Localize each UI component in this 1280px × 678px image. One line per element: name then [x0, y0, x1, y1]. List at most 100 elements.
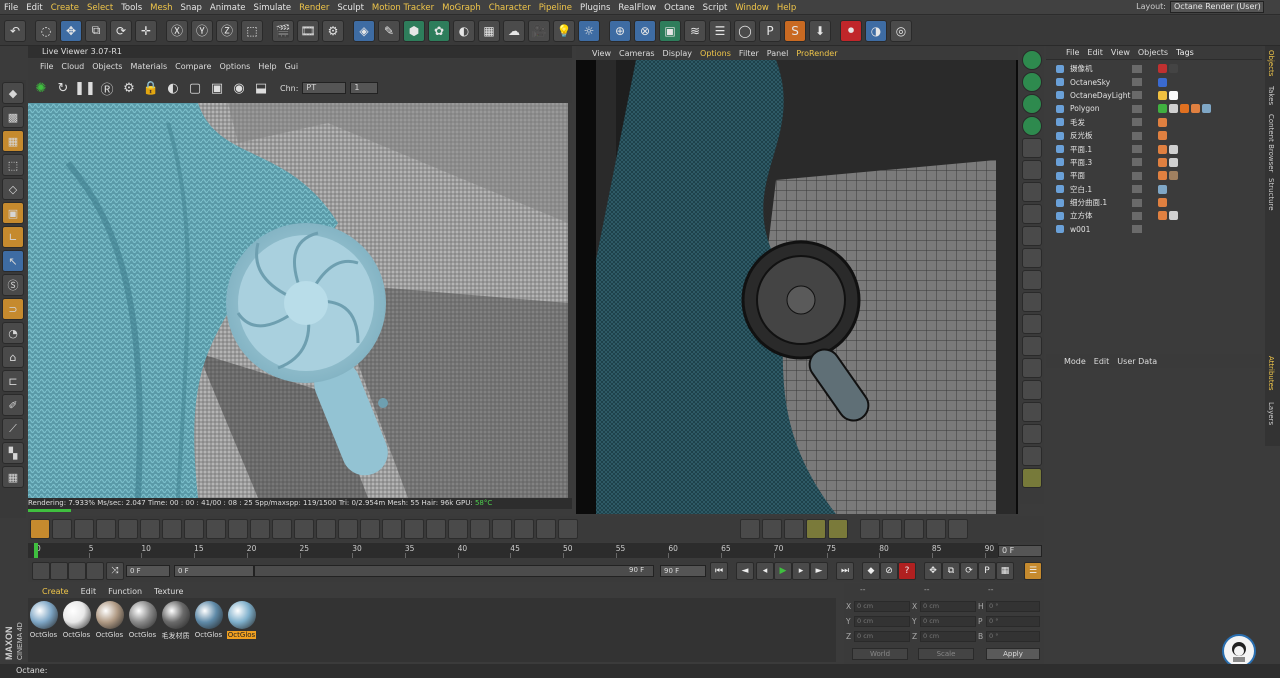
object-row[interactable]: 毛发 [1046, 116, 1262, 129]
tool-icon-9[interactable] [1022, 314, 1042, 334]
pen-icon[interactable]: ✎ [378, 19, 400, 42]
live-viewer-menu-cloud[interactable]: Cloud [57, 62, 88, 71]
object-tag-icon[interactable] [1169, 144, 1178, 154]
x-position-field[interactable]: 0 cm [854, 601, 910, 612]
mid-tool-icon[interactable] [338, 519, 358, 539]
points-mode-icon[interactable]: ⬚ [2, 154, 24, 176]
object-tag-icon[interactable] [1158, 104, 1167, 114]
menu-item-help[interactable]: Help [773, 3, 800, 13]
z-axis-icon[interactable]: Ⓩ [216, 19, 238, 42]
menu-item-simulate[interactable]: Simulate [250, 3, 296, 13]
mid-tool-icon[interactable] [74, 519, 94, 539]
x-size-field[interactable]: 0 cm [920, 601, 976, 612]
viewport-menu-cameras[interactable]: Cameras [615, 49, 659, 58]
record-key-icon[interactable]: ? [898, 562, 916, 580]
psr-icon[interactable]: P [759, 19, 781, 42]
clay-mode-icon[interactable]: ▢ [186, 79, 204, 97]
mid-tool-icon[interactable] [52, 519, 72, 539]
render-settings-icon[interactable]: ⚙ [322, 19, 344, 42]
menu-item-file[interactable]: File [0, 3, 22, 13]
visibility-toggle[interactable] [1132, 64, 1142, 73]
material-menu-texture[interactable]: Texture [148, 587, 189, 596]
mid-tool-icon[interactable] [206, 519, 226, 539]
visibility-toggle[interactable] [1132, 171, 1142, 180]
material-swatch[interactable]: OctGlos [193, 598, 224, 662]
mid-tool-icon[interactable] [558, 519, 578, 539]
material-ball-icon[interactable]: ◐ [164, 79, 182, 97]
material-icon[interactable] [32, 562, 50, 580]
viewport-menu-prorender[interactable]: ProRender [792, 49, 841, 58]
object-tag-icon[interactable] [1169, 157, 1178, 167]
object-row[interactable]: 立方体 [1046, 209, 1262, 222]
menu-item-character[interactable]: Character [485, 3, 535, 13]
object-menu-objects[interactable]: Objects [1134, 48, 1172, 57]
range-slider[interactable] [254, 565, 654, 577]
menu-item-octane[interactable]: Octane [660, 3, 699, 13]
rotate-icon[interactable]: ⟳ [110, 19, 132, 42]
object-menu-view[interactable]: View [1107, 48, 1134, 57]
contrast-icon[interactable]: ◑ [865, 19, 887, 42]
y-position-field[interactable]: 0 cm [854, 616, 910, 627]
object-tag-icon[interactable] [1169, 171, 1178, 181]
y-size-field[interactable]: 0 cm [920, 616, 976, 627]
mid-tool-icon[interactable] [828, 519, 848, 539]
mid-tool-icon[interactable] [740, 519, 760, 539]
object-tag-icon[interactable] [1158, 144, 1167, 154]
tool-icon-12[interactable] [1022, 380, 1042, 400]
timeline-icon[interactable]: ☰ [1024, 562, 1042, 580]
visibility-toggle[interactable] [1132, 211, 1142, 220]
viewport-menu-display[interactable]: Display [659, 49, 697, 58]
menu-item-edit[interactable]: Edit [22, 3, 46, 13]
tool-icon-3[interactable] [1022, 182, 1042, 202]
object-tag-icon[interactable] [1158, 90, 1167, 100]
deformer-icon[interactable]: ◐ [453, 19, 475, 42]
mid-tool-icon[interactable] [806, 519, 826, 539]
mid-tool-icon[interactable] [96, 519, 116, 539]
live-viewer-menu-materials[interactable]: Materials [126, 62, 171, 71]
menu-item-create[interactable]: Create [47, 3, 83, 13]
tweak-mode-icon[interactable]: ↖ [2, 250, 24, 272]
script-s-icon[interactable]: S [784, 19, 806, 42]
visibility-toggle[interactable] [1132, 225, 1142, 234]
object-tag-icon[interactable] [1158, 198, 1167, 208]
mid-tool-icon[interactable] [904, 519, 924, 539]
viewport-menu-options[interactable]: Options [696, 49, 735, 58]
octane-env-icon[interactable]: ⊗ [634, 19, 656, 42]
material-swatch[interactable]: OctGlos [226, 598, 257, 662]
hair-tool-icon[interactable]: ≋ [684, 19, 706, 42]
object-row[interactable]: OctaneDayLight [1046, 89, 1262, 102]
axis-mode-icon[interactable]: ∟ [2, 226, 24, 248]
go-to-end-icon[interactable]: ⏭ [836, 562, 854, 580]
object-tag-icon[interactable] [1202, 104, 1211, 114]
h-rotation-field[interactable]: 0 ° [986, 601, 1040, 612]
edit-pen-icon[interactable] [30, 519, 50, 539]
menu-item-select[interactable]: Select [83, 3, 117, 13]
previous-frame-icon[interactable]: ◂ [756, 562, 774, 580]
octane-settings-icon[interactable] [1022, 50, 1042, 70]
attribute-menu-user-data[interactable]: User Data [1113, 357, 1161, 366]
mid-tool-icon[interactable] [784, 519, 804, 539]
mid-tool-icon[interactable] [470, 519, 490, 539]
object-tag-icon[interactable] [1169, 64, 1178, 74]
mid-tool-icon[interactable] [448, 519, 468, 539]
next-key-icon[interactable]: ► [810, 562, 828, 580]
mid-tool-icon[interactable] [250, 519, 270, 539]
mid-tool-icon[interactable] [948, 519, 968, 539]
target-icon[interactable]: ◎ [890, 19, 912, 42]
mid-tool-icon[interactable] [316, 519, 336, 539]
menu-item-script[interactable]: Script [699, 3, 732, 13]
live-viewer-menu-compare[interactable]: Compare [171, 62, 215, 71]
mid-tool-icon[interactable] [860, 519, 880, 539]
camera-icon[interactable]: 🎥 [528, 19, 550, 42]
object-tag-icon[interactable] [1158, 184, 1167, 194]
side-tab-objects[interactable]: Objects [1267, 50, 1275, 76]
object-tag-icon[interactable] [1158, 64, 1167, 74]
menu-item-realflow[interactable]: RealFlow [614, 3, 660, 13]
material-swatch[interactable]: OctGlos [61, 598, 92, 662]
start-frame-field[interactable]: 0 F [126, 565, 170, 577]
material-icon[interactable] [86, 562, 104, 580]
mid-tool-icon[interactable] [272, 519, 292, 539]
mid-tool-icon[interactable] [162, 519, 182, 539]
tool-icon-5[interactable] [1022, 226, 1042, 246]
tool-icon-1[interactable] [1022, 138, 1042, 158]
